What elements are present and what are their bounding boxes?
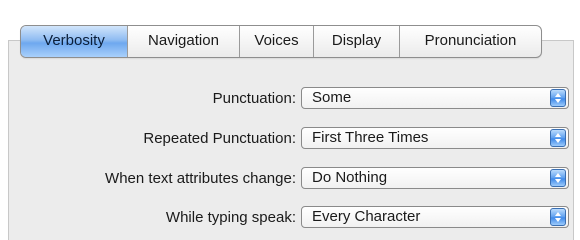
text-attributes-value: Do Nothing [312, 169, 388, 186]
text-attributes-popup[interactable]: Do Nothing [301, 167, 569, 189]
typing-speak-label: While typing speak: [165, 209, 296, 226]
text-attributes-row: When text attributes change: Do Nothing [0, 167, 580, 191]
tab-verbosity[interactable]: Verbosity [21, 26, 127, 57]
repeated-punctuation-label: Repeated Punctuation: [143, 130, 296, 147]
tab-pronunciation[interactable]: Pronunciation [399, 26, 541, 57]
up-down-arrows-icon [550, 89, 566, 107]
typing-speak-row: While typing speak: Every Character [0, 206, 580, 230]
repeated-punctuation-popup[interactable]: First Three Times [301, 127, 569, 149]
punctuation-popup[interactable]: Some [301, 87, 569, 109]
punctuation-row: Punctuation: Some [0, 87, 580, 111]
up-down-arrows-icon [550, 169, 566, 187]
tab-navigation[interactable]: Navigation [127, 26, 239, 57]
repeated-punctuation-value: First Three Times [312, 129, 429, 146]
tab-bar: Verbosity Navigation Voices Display Pron… [20, 25, 542, 58]
punctuation-label: Punctuation: [212, 90, 296, 107]
tab-display[interactable]: Display [313, 26, 399, 57]
typing-speak-popup[interactable]: Every Character [301, 206, 569, 228]
up-down-arrows-icon [550, 129, 566, 147]
repeated-punctuation-row: Repeated Punctuation: First Three Times [0, 127, 580, 151]
tab-voices[interactable]: Voices [239, 26, 313, 57]
typing-speak-value: Every Character [312, 208, 421, 225]
up-down-arrows-icon [550, 208, 566, 226]
text-attributes-label: When text attributes change: [105, 170, 296, 187]
punctuation-value: Some [312, 89, 352, 106]
